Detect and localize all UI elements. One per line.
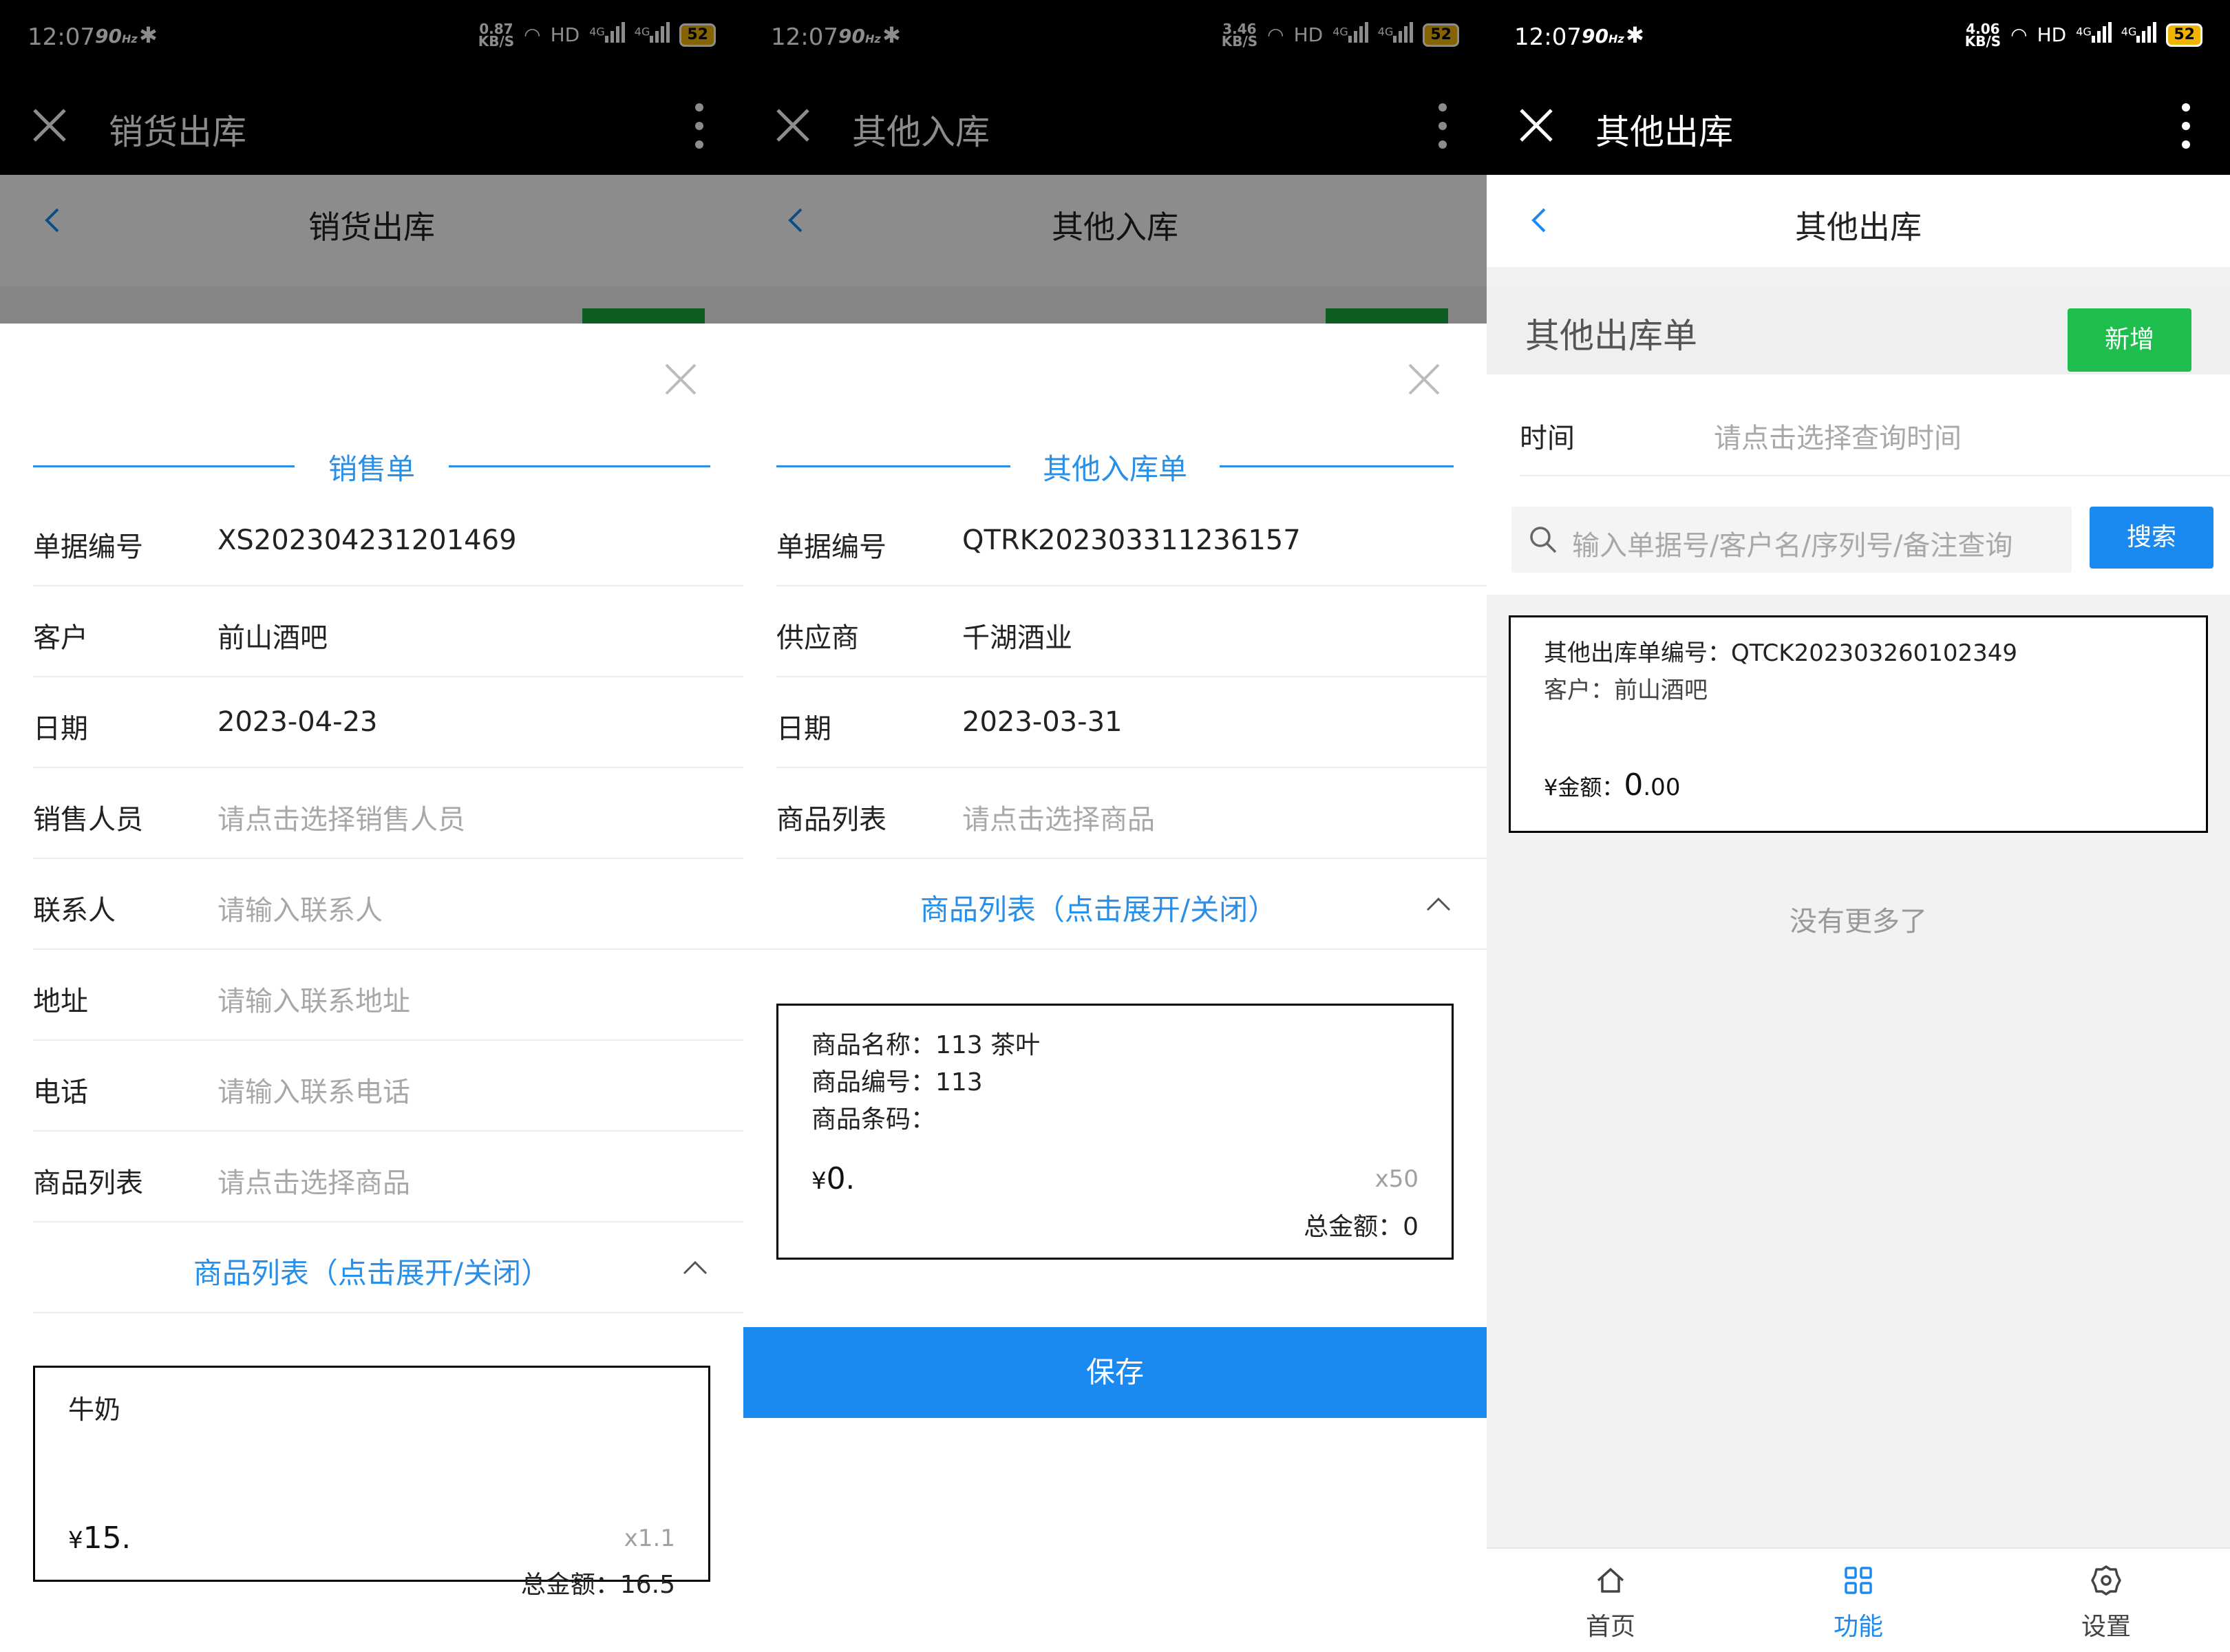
tab-functions[interactable]: 功能 (1734, 1549, 1982, 1652)
signal-icon-2: 4G (2121, 22, 2157, 47)
wifi-icon: ◠ (2010, 23, 2028, 46)
chevron-up-icon (1426, 897, 1451, 911)
product-picker[interactable]: 请点击选择商品 (962, 797, 1155, 837)
save-button[interactable]: 保存 (743, 1327, 1487, 1418)
form-row-date[interactable]: 日期 2023-04-23 (33, 677, 743, 768)
time-label: 时间 (1520, 423, 1575, 454)
product-name: 牛奶 (68, 1395, 121, 1425)
grid-icon (1845, 1567, 1872, 1594)
status-time: 12:07 (1514, 23, 1582, 51)
refresh-rate: 90Hz (1582, 25, 1624, 47)
product-code: 商品编号：113 (811, 1068, 983, 1097)
product-name: 商品名称：113 茶叶 (811, 1031, 1041, 1059)
app-title-bar: 其他出库 (1487, 77, 2230, 175)
window-title: 其他出库 (1595, 112, 1733, 152)
search-placeholder: 输入单据号/客户名/序列号/备注查询 (1572, 530, 2013, 562)
date-value[interactable]: 2023-03-31 (962, 706, 1122, 738)
date-value[interactable]: 2023-04-23 (217, 706, 377, 738)
contact-input[interactable]: 请输入联系人 (217, 888, 383, 928)
form-row-date[interactable]: 日期 2023-03-31 (776, 677, 1487, 768)
form-row-phone[interactable]: 电话 请输入联系电话 (33, 1041, 743, 1132)
tab-settings[interactable]: 设置 (1982, 1549, 2230, 1652)
bluetooth-icon: ✱ (1626, 22, 1644, 48)
product-picker[interactable]: 请点击选择商品 (217, 1161, 410, 1200)
form-row-products[interactable]: 商品列表 请点击选择商品 (33, 1132, 743, 1222)
form-row-salesperson[interactable]: 销售人员 请点击选择销售人员 (33, 768, 743, 859)
form-row-doc-number: 单据编号 XS202304231201469 (33, 496, 743, 586)
no-more-text: 没有更多了 (1790, 906, 1927, 938)
product-card[interactable]: 商品名称：113 茶叶 商品编号：113 商品条码： ¥0. x50 总金额：0 (776, 1004, 1454, 1260)
order-number: 其他出库单编号：QTCK202303260102349 (1544, 639, 2018, 667)
order-amount: ¥金额：0.00 (1544, 767, 1681, 803)
product-list-toggle[interactable]: 商品列表（点击展开/关闭） (743, 859, 1487, 950)
more-menu-icon[interactable] (2179, 103, 2193, 149)
hd-badge: HD (2037, 23, 2067, 46)
modal-overlay[interactable] (0, 0, 743, 324)
chevron-up-icon (683, 1260, 708, 1275)
doc-number-value: QTRK202303311236157 (962, 525, 1301, 556)
doc-number-value: XS202304231201469 (217, 525, 517, 556)
search-input[interactable]: 输入单据号/客户名/序列号/备注查询 (1511, 507, 2072, 573)
gear-icon (2091, 1565, 2121, 1596)
net-speed: 4.06 KB/S (1964, 20, 2001, 50)
sheet-heading: 销售单 (33, 441, 710, 489)
sheet-heading: 其他入库单 (776, 441, 1454, 489)
form-row-doc-number: 单据编号 QTRK202303311236157 (776, 496, 1487, 586)
sheet-title: 销售单 (328, 452, 415, 486)
supplier-value[interactable]: 千湖酒业 (962, 615, 1072, 655)
order-customer: 客户：前山酒吧 (1544, 677, 1708, 704)
modal-overlay[interactable] (743, 0, 1487, 324)
product-total: 总金额：16.5 (520, 1571, 675, 1599)
time-filter[interactable]: 时间 请点击选择查询时间 (1520, 385, 2230, 476)
product-barcode: 商品条码： (811, 1105, 936, 1134)
list-header: 其他出库单 新增 (1487, 286, 2230, 374)
close-icon[interactable] (1407, 362, 1441, 396)
list-title: 其他出库单 (1525, 316, 1697, 356)
tab-home[interactable]: 首页 (1487, 1549, 1734, 1652)
screen-other-outbound: 12:07 90Hz ✱ 4.06 KB/S ◠ HD 4G 4G 52 其他出库… (1487, 0, 2230, 1652)
close-icon[interactable] (663, 362, 698, 396)
screen-sales-outbound: 12:07 90Hz ✱ 0.87 KB/S ◠ HD 4G 4G 52 销货出库… (0, 0, 743, 1652)
bottom-tab-bar: 首页 功能 设置 (1487, 1547, 2230, 1652)
search-icon (1530, 527, 1557, 553)
status-bar: 12:07 90Hz ✱ 4.06 KB/S ◠ HD 4G 4G 52 (1487, 0, 2230, 77)
page-nav: 其他出库 (1487, 175, 2230, 267)
battery-icon: 52 (2166, 23, 2202, 47)
form-row-contact[interactable]: 联系人 请输入联系人 (33, 859, 743, 950)
customer-value[interactable]: 前山酒吧 (217, 615, 328, 655)
form-row-supplier[interactable]: 供应商 千湖酒业 (776, 586, 1487, 677)
close-icon[interactable] (1517, 106, 1555, 145)
product-qty: x50 (1374, 1165, 1419, 1193)
form-row-products[interactable]: 商品列表 请点击选择商品 (776, 768, 1487, 859)
product-price: ¥0. (811, 1161, 855, 1196)
add-button[interactable]: 新增 (2068, 308, 2191, 372)
other-inbound-sheet: 其他入库单 单据编号 QTRK202303311236157 供应商 千湖酒业 … (743, 324, 1487, 1652)
product-card[interactable]: 牛奶 ¥15. x1.1 总金额：16.5 (33, 1366, 710, 1599)
product-total: 总金额：0 (1304, 1213, 1419, 1241)
salesperson-picker[interactable]: 请点击选择销售人员 (217, 797, 465, 837)
product-qty: x1.1 (624, 1525, 675, 1552)
page-title: 其他出库 (1795, 209, 1922, 246)
search-button[interactable]: 搜索 (2090, 507, 2213, 569)
screen-other-inbound: 12:07 90Hz ✱ 3.46 KB/S ◠ HD 4G 4G 52 其他入库… (743, 0, 1487, 1652)
divider (1487, 267, 2230, 286)
signal-icon: 4G (2076, 22, 2112, 47)
order-card[interactable]: 其他出库单编号：QTCK202303260102349 客户：前山酒吧 ¥金额：… (1509, 615, 2208, 833)
time-picker[interactable]: 请点击选择查询时间 (1714, 416, 1962, 456)
product-price: ¥15. (68, 1521, 131, 1556)
sheet-title: 其他入库单 (1042, 452, 1187, 486)
sales-order-sheet: 销售单 单据编号 XS202304231201469 客户 前山酒吧 日期 20… (0, 324, 743, 1652)
address-input[interactable]: 请输入联系地址 (217, 979, 410, 1019)
product-list-toggle[interactable]: 商品列表（点击展开/关闭） (33, 1222, 743, 1313)
form-row-address[interactable]: 地址 请输入联系地址 (33, 950, 743, 1041)
phone-input[interactable]: 请输入联系电话 (217, 1070, 410, 1110)
home-icon (1597, 1567, 1624, 1593)
form-row-customer[interactable]: 客户 前山酒吧 (33, 586, 743, 677)
